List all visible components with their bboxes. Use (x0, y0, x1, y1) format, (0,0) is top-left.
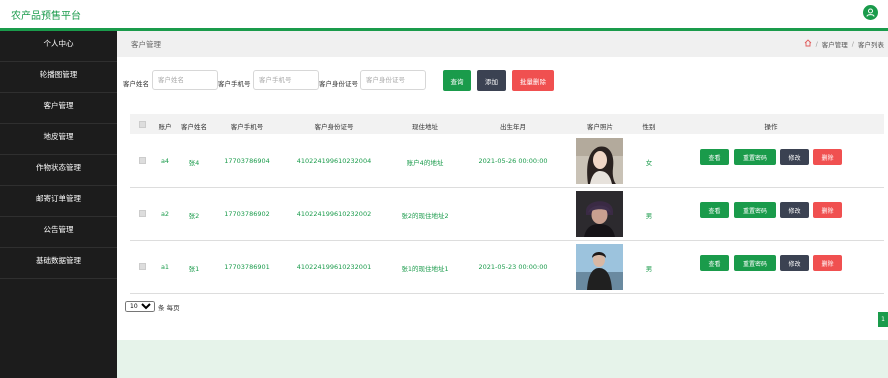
sidebar: 个人中心 轮播图管理 客户管理 地皮管理 作物状态管理 邮寄订单管理 公告管理 … (0, 31, 117, 378)
cell-gender: 男 (645, 212, 653, 220)
row-checkbox[interactable] (139, 263, 146, 270)
col-gender: 性别 (642, 123, 656, 131)
id-label: 客户身份证号 (319, 80, 358, 88)
main-content: 客户管理 / 客户管理 / 客户列表 客户姓名 客户手机号 客户身份证号 查询 … (117, 31, 888, 378)
sidebar-item-notices[interactable]: 公告管理 (0, 217, 117, 248)
table-header: 账户 客户姓名 客户手机号 客户身份证号 现住地址 出生年月 客户照片 性别 操… (130, 114, 884, 134)
delete-button[interactable]: 删除 (813, 255, 842, 271)
cell-phone: 17703786902 (224, 210, 270, 218)
reset-password-button[interactable]: 重置密码 (734, 202, 776, 218)
sidebar-item-customers[interactable]: 客户管理 (0, 93, 117, 124)
cell-name: 张1 (188, 265, 200, 273)
sidebar-item-mail-orders[interactable]: 邮寄订单管理 (0, 186, 117, 217)
name-label: 客户姓名 (123, 80, 149, 88)
col-address: 现住地址 (412, 123, 438, 131)
customer-table: 账户 客户姓名 客户手机号 客户身份证号 现住地址 出生年月 客户照片 性别 操… (130, 114, 884, 294)
footer-band (117, 340, 888, 378)
cell-address: 账户4的地址 (406, 159, 444, 167)
reset-password-button[interactable]: 重置密码 (734, 255, 776, 271)
delete-button[interactable]: 删除 (813, 149, 842, 165)
col-birth: 出生年月 (500, 123, 526, 131)
delete-button[interactable]: 删除 (813, 202, 842, 218)
customer-photo (576, 138, 623, 184)
breadcrumb: / 客户管理 / 客户列表 (804, 39, 884, 49)
search-form: 客户姓名 客户手机号 客户身份证号 查询 添加 批量删除 (117, 70, 888, 94)
edit-button[interactable]: 修改 (780, 255, 809, 271)
cell-birth: 2021-05-26 00:00:00 (478, 157, 548, 165)
add-button[interactable]: 添加 (477, 70, 506, 91)
breadcrumb-bar: 客户管理 / 客户管理 / 客户列表 (117, 31, 888, 57)
user-icon[interactable] (863, 5, 878, 20)
sidebar-item-base-data[interactable]: 基础数据管理 (0, 248, 117, 279)
row-checkbox[interactable] (139, 210, 146, 217)
cell-id-number: 410224199610232004 (296, 157, 372, 165)
page-title: 客户管理 (131, 40, 161, 49)
cell-phone: 17703786901 (224, 263, 270, 271)
sidebar-item-land[interactable]: 地皮管理 (0, 124, 117, 155)
phone-input[interactable] (253, 70, 319, 90)
page-number-button[interactable]: 1 (878, 312, 888, 327)
query-button[interactable]: 查询 (443, 70, 471, 91)
col-actions: 操作 (764, 123, 778, 131)
col-name: 客户姓名 (181, 123, 207, 131)
cell-address: 张1的现住地址1 (401, 265, 449, 273)
breadcrumb-separator: / (815, 40, 818, 48)
per-page-label: 条 每页 (158, 303, 180, 312)
cell-gender: 男 (645, 265, 653, 273)
cell-name: 张4 (188, 159, 200, 167)
name-input[interactable] (152, 70, 218, 90)
cell-name: 张2 (188, 212, 200, 220)
col-phone: 客户手机号 (230, 123, 264, 131)
batch-delete-button[interactable]: 批量删除 (512, 70, 554, 91)
select-all-checkbox[interactable] (139, 121, 146, 128)
cell-birth: 2021-05-23 00:00:00 (478, 263, 548, 271)
page-size-control: 10 条 每页 (125, 301, 180, 312)
edit-button[interactable]: 修改 (780, 149, 809, 165)
cell-id-number: 410224199610232001 (296, 263, 372, 271)
page-size-select[interactable]: 10 (125, 301, 155, 312)
customer-photo (576, 244, 623, 290)
cell-gender: 女 (645, 159, 653, 167)
cell-id-number: 410224199610232002 (296, 210, 372, 218)
customer-photo (576, 191, 623, 237)
col-id-number: 客户身份证号 (314, 123, 354, 131)
cell-account: a1 (160, 263, 170, 271)
view-button[interactable]: 查看 (700, 149, 729, 165)
breadcrumb-level1[interactable]: 客户管理 (822, 39, 848, 49)
home-icon[interactable] (804, 39, 812, 49)
table-row: a4 张4 17703786904 410224199610232004 账户4… (130, 135, 884, 188)
sidebar-item-carousel[interactable]: 轮播图管理 (0, 62, 117, 93)
id-input[interactable] (360, 70, 426, 90)
view-button[interactable]: 查看 (700, 255, 729, 271)
col-account: 账户 (158, 123, 172, 131)
edit-button[interactable]: 修改 (780, 202, 809, 218)
breadcrumb-separator: / (851, 40, 854, 48)
col-photo: 客户照片 (587, 123, 613, 131)
phone-label: 客户手机号 (218, 80, 251, 88)
reset-password-button[interactable]: 重置密码 (734, 149, 776, 165)
sidebar-item-profile[interactable]: 个人中心 (0, 31, 117, 62)
table-row: a1 张1 17703786901 410224199610232001 张1的… (130, 241, 884, 294)
top-bar: 农产品预售平台 (0, 0, 888, 31)
table-row: a2 张2 17703786902 410224199610232002 张2的… (130, 188, 884, 241)
app-title: 农产品预售平台 (11, 11, 81, 22)
row-checkbox[interactable] (139, 157, 146, 164)
sidebar-item-crop-status[interactable]: 作物状态管理 (0, 155, 117, 186)
cell-account: a2 (160, 210, 170, 218)
cell-address: 张2的现住地址2 (401, 212, 449, 220)
cell-phone: 17703786904 (224, 157, 270, 165)
cell-account: a4 (160, 157, 170, 165)
view-button[interactable]: 查看 (700, 202, 729, 218)
breadcrumb-level2: 客户列表 (858, 41, 884, 49)
